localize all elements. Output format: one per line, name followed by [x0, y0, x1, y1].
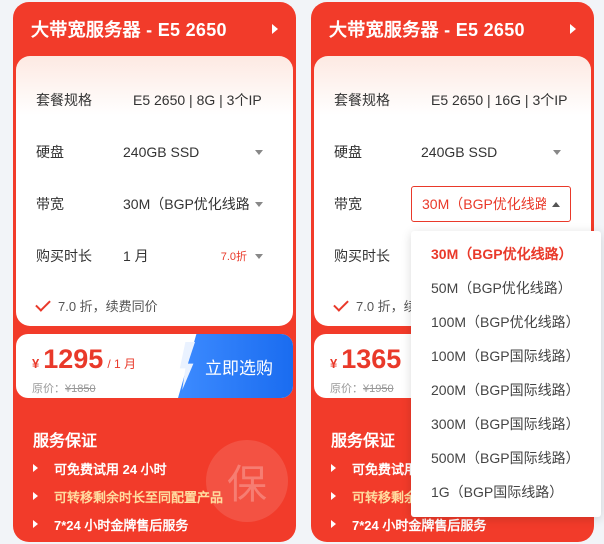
card-header[interactable]: 大带宽服务器 - E5 2650 — [311, 2, 594, 56]
price: ¥ 1365 — [330, 344, 401, 375]
chevron-down-icon — [255, 201, 263, 207]
currency-symbol: ¥ — [32, 356, 40, 371]
bandwidth-select-value: 30M（BGP优化线路） — [123, 196, 249, 212]
chevron-right-icon[interactable] — [272, 24, 278, 34]
spec-label: 套餐规格 — [334, 92, 390, 108]
original-price: 原价：¥1850 — [32, 380, 96, 396]
chevron-right-icon[interactable] — [570, 24, 576, 34]
spec-row: 套餐规格 E5 2650 | 16G | 3个IP — [334, 83, 573, 117]
dropdown-option[interactable]: 100M（BGP国际线路） — [411, 339, 601, 373]
original-price-value: ¥1950 — [363, 383, 394, 395]
original-price-label: 原价： — [330, 383, 363, 395]
bandwidth-select-value: 30M（BGP优化线路） — [422, 196, 546, 212]
chevron-down-icon — [553, 149, 561, 155]
check-icon — [333, 295, 349, 312]
service-guarantee-title: 服务保证 — [33, 433, 98, 450]
original-price-value: ¥1850 — [65, 383, 96, 395]
disk-select[interactable]: 240GB SSD — [411, 134, 571, 170]
duration-label: 购买时长 — [36, 248, 92, 264]
price-value: 1365 — [341, 344, 402, 374]
disk-label: 硬盘 — [334, 144, 362, 160]
config-panel: 套餐规格 E5 2650 | 8G | 3个IP 硬盘 240GB SSD 带宽… — [16, 56, 293, 326]
dropdown-option[interactable]: 300M（BGP国际线路） — [411, 407, 601, 441]
bullet-icon — [33, 492, 38, 500]
bullet-icon — [33, 520, 38, 528]
duration-label: 购买时长 — [334, 248, 390, 264]
disk-select[interactable]: 240GB SSD — [113, 134, 273, 170]
duration-select-value: 1 月 — [123, 248, 149, 264]
price-bar: ¥ 1295 / 1 月 原价：¥1850 立即选购 — [16, 334, 293, 398]
bandwidth-label: 带宽 — [36, 196, 64, 212]
list-item: 7*24 小时金牌售后服务 — [33, 510, 223, 538]
chevron-down-icon — [255, 253, 263, 259]
buy-now-button[interactable]: 立即选购 — [178, 334, 293, 398]
dropdown-option[interactable]: 200M（BGP国际线路） — [411, 373, 601, 407]
service-guarantee-title: 服务保证 — [331, 433, 396, 450]
renewal-note: 7.0 折，续费同价 — [35, 295, 158, 315]
bandwidth-label: 带宽 — [334, 196, 362, 212]
dropdown-option[interactable]: 1G（BGP国际线路） — [411, 475, 601, 509]
bullet-icon — [331, 520, 336, 528]
bullet-icon — [33, 464, 38, 472]
spec-row: 套餐规格 E5 2650 | 8G | 3个IP — [36, 83, 275, 117]
service-guarantee-list: 可免费试用 24 小时 可转移剩余时长至同配置产品 7*24 小时金牌售后服务 — [33, 454, 223, 538]
spec-value: E5 2650 | 16G | 3个IP — [431, 92, 568, 108]
check-icon — [35, 295, 51, 312]
discount-badge: 7.0折 — [220, 251, 247, 263]
service-item-text: 可免费试用 — [352, 461, 418, 477]
list-item: 可转移剩余时长至同配置产品 — [33, 482, 223, 510]
currency-symbol: ¥ — [330, 356, 338, 371]
spec-label: 套餐规格 — [36, 92, 92, 108]
disk-select-value: 240GB SSD — [123, 144, 200, 160]
service-item-text: 可转移剩余时长至同配置产品 — [54, 489, 224, 505]
duration-select[interactable]: 1 月 7.0折 — [113, 238, 273, 274]
dropdown-option[interactable]: 500M（BGP国际线路） — [411, 441, 601, 475]
chevron-up-icon — [552, 201, 560, 207]
service-item-text: 7*24 小时金牌售后服务 — [54, 517, 189, 533]
dropdown-option[interactable]: 50M（BGP优化线路） — [411, 271, 601, 305]
bandwidth-dropdown-menu: 30M（BGP优化线路） 50M（BGP优化线路） 100M（BGP优化线路） … — [411, 231, 601, 517]
original-price-label: 原价： — [32, 383, 65, 395]
renewal-note-text: 7.0 折，续费同价 — [58, 299, 158, 314]
disk-label: 硬盘 — [36, 144, 64, 160]
chevron-down-icon — [255, 149, 263, 155]
list-item: 可免费试用 24 小时 — [33, 454, 223, 482]
dropdown-option[interactable]: 30M（BGP优化线路） — [411, 237, 601, 271]
card-header[interactable]: 大带宽服务器 - E5 2650 — [13, 2, 296, 56]
bullet-icon — [331, 464, 336, 472]
bandwidth-select[interactable]: 30M（BGP优化线路） — [411, 186, 571, 222]
original-price: 原价：¥1950 — [330, 380, 394, 396]
card-title: 大带宽服务器 - E5 2650 — [31, 20, 227, 40]
product-card-8g: 大带宽服务器 - E5 2650 套餐规格 E5 2650 | 8G | 3个I… — [13, 2, 296, 542]
price-period: / 1 月 — [107, 357, 136, 371]
price-value: 1295 — [43, 344, 104, 374]
service-item-text: 7*24 小时金牌售后服务 — [352, 517, 487, 533]
service-item-text: 可转移剩余 — [352, 489, 418, 505]
spec-value: E5 2650 | 8G | 3个IP — [133, 92, 262, 108]
dropdown-option[interactable]: 100M（BGP优化线路） — [411, 305, 601, 339]
price: ¥ 1295 / 1 月 — [32, 344, 136, 375]
bandwidth-select[interactable]: 30M（BGP优化线路） — [113, 186, 273, 222]
bullet-icon — [331, 492, 336, 500]
card-title: 大带宽服务器 - E5 2650 — [329, 20, 525, 40]
service-item-text: 可免费试用 24 小时 — [54, 461, 167, 477]
disk-select-value: 240GB SSD — [421, 144, 498, 160]
